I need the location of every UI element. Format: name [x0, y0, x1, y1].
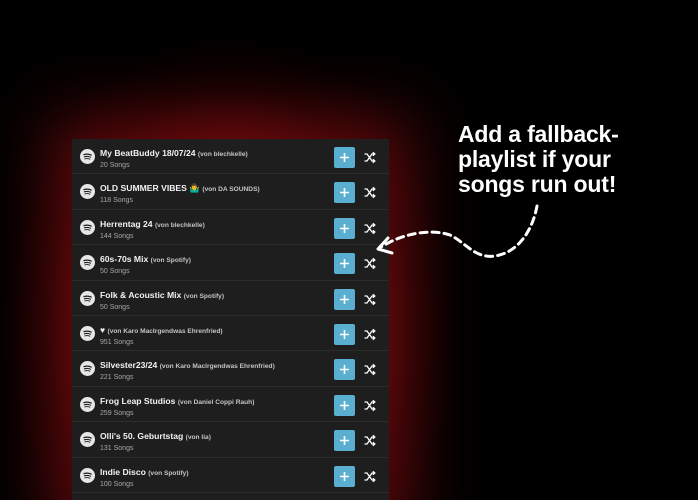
dashed-arrow — [376, 204, 539, 258]
stage: My BeatBuddy 18/07/24 (von blechkelle) 2… — [0, 0, 698, 500]
